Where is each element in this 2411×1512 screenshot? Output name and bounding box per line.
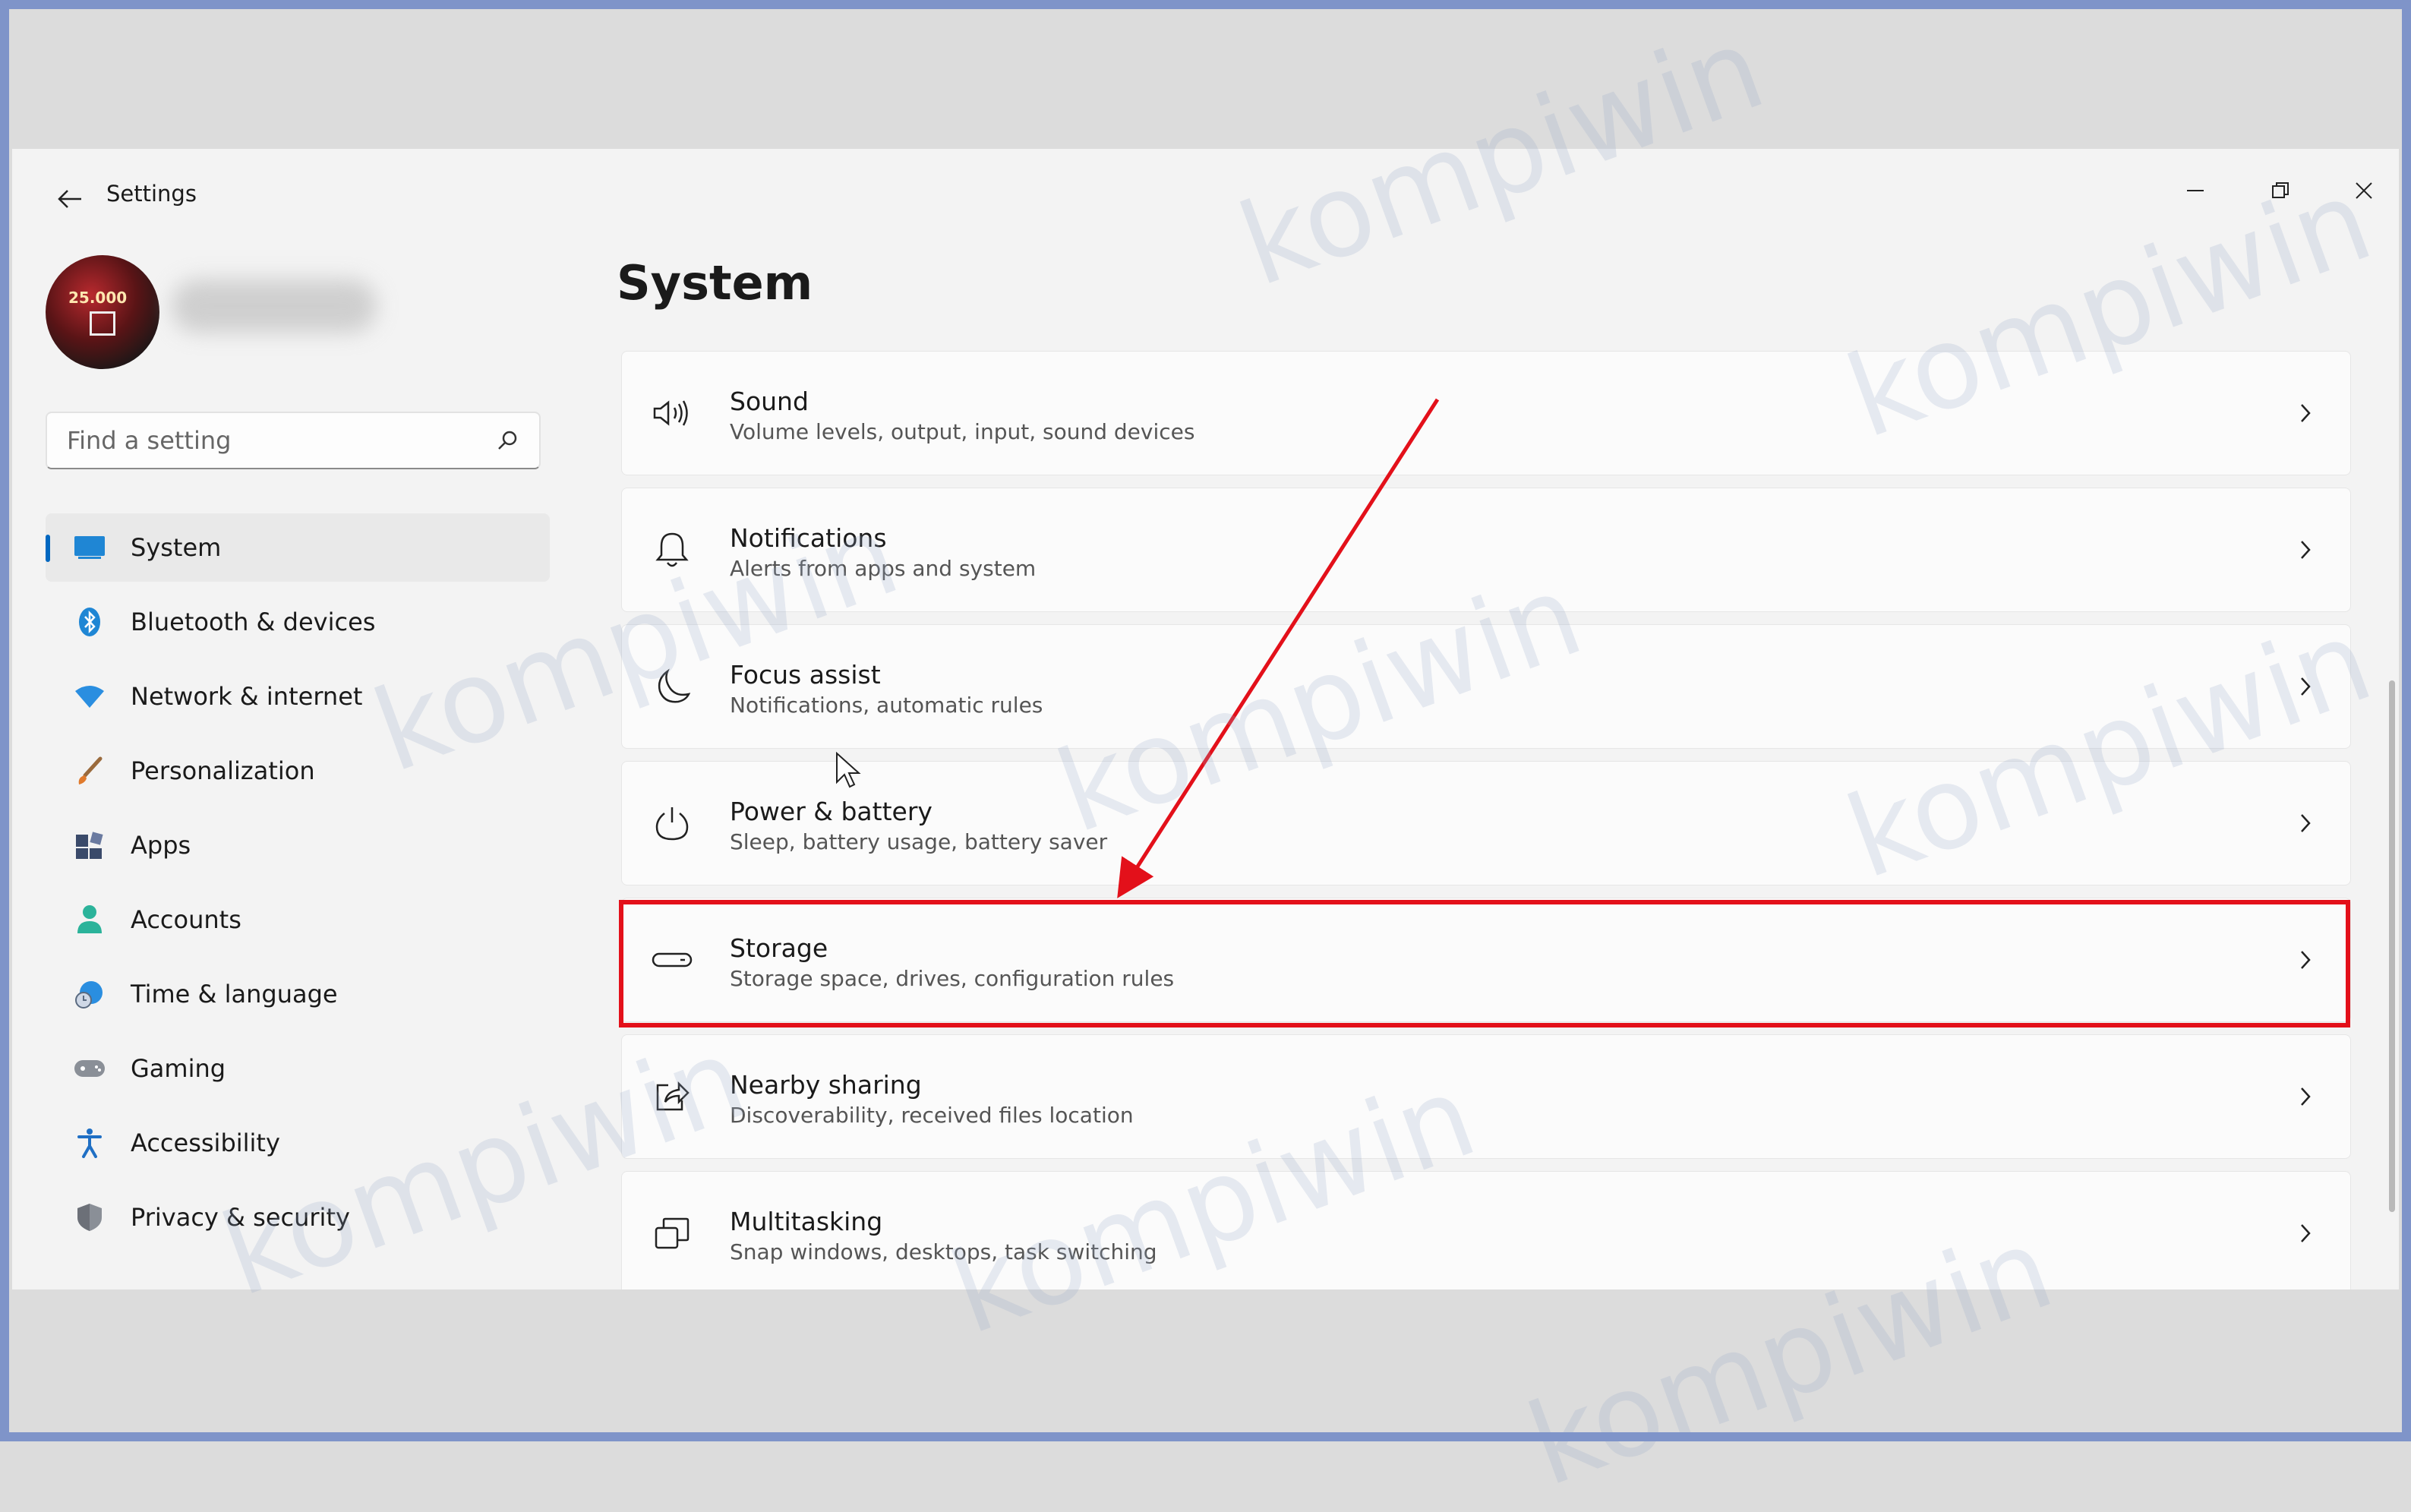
card-subtitle: Storage space, drives, configuration rul… — [730, 966, 1175, 991]
vertical-scrollbar[interactable] — [2389, 680, 2395, 1212]
chevron-right-icon — [2294, 949, 2317, 971]
person-icon — [73, 903, 106, 936]
sidebar-item-bluetooth[interactable]: Bluetooth & devices — [46, 588, 550, 656]
user-name-blurred — [172, 279, 377, 333]
sidebar-item-privacy-security[interactable]: Privacy & security — [46, 1183, 550, 1252]
close-button[interactable] — [2330, 164, 2398, 217]
search-box[interactable] — [46, 412, 541, 469]
avatar-badge-text: 25.000 — [68, 289, 128, 307]
setting-card-nearby-sharing[interactable]: Nearby sharing Discoverability, received… — [621, 1034, 2351, 1159]
sidebar-item-network[interactable]: Network & internet — [46, 662, 550, 731]
card-title: Multitasking — [730, 1207, 883, 1236]
minimize-icon — [2187, 190, 2204, 191]
chevron-right-icon — [2294, 1222, 2317, 1245]
page-title: System — [617, 255, 813, 311]
back-arrow-icon — [58, 190, 81, 208]
sidebar-item-label: Time & language — [131, 980, 338, 1009]
close-icon — [2356, 182, 2372, 199]
settings-list: Sound Volume levels, output, input, soun… — [621, 351, 2351, 1289]
sidebar-item-gaming[interactable]: Gaming — [46, 1034, 550, 1103]
avatar[interactable]: 25.000 — [46, 255, 159, 369]
windows-stack-icon — [649, 1211, 695, 1256]
chevron-right-icon — [2294, 1085, 2317, 1108]
bluetooth-icon — [73, 605, 106, 639]
chevron-right-icon — [2294, 675, 2317, 698]
sidebar-item-label: Personalization — [131, 756, 315, 785]
card-subtitle: Snap windows, desktops, task switching — [730, 1239, 1157, 1264]
sidebar-item-label: Apps — [131, 831, 191, 860]
shield-icon — [73, 1201, 106, 1234]
sidebar-item-apps[interactable]: Apps — [46, 811, 550, 879]
bottom-backdrop — [9, 1289, 2402, 1432]
power-icon — [649, 800, 695, 846]
globe-clock-icon — [73, 977, 106, 1011]
chevron-right-icon — [2294, 812, 2317, 835]
drive-icon — [649, 937, 695, 983]
sidebar-item-label: Gaming — [131, 1054, 226, 1083]
card-subtitle: Discoverability, received files location — [730, 1103, 1134, 1128]
sidebar-item-personalization[interactable]: Personalization — [46, 737, 550, 805]
card-title: Nearby sharing — [730, 1070, 922, 1100]
sidebar-item-label: Privacy & security — [131, 1203, 350, 1232]
card-title: Power & battery — [730, 797, 933, 826]
card-subtitle: Notifications, automatic rules — [730, 693, 1043, 718]
sidebar-item-label: Bluetooth & devices — [131, 608, 376, 636]
sidebar-item-time-language[interactable]: Time & language — [46, 960, 550, 1028]
card-title: Sound — [730, 387, 809, 416]
sidebar-item-label: Accessibility — [131, 1128, 280, 1157]
top-backdrop — [9, 9, 2402, 149]
mouse-cursor-icon — [836, 752, 861, 788]
avatar-logo — [90, 311, 115, 336]
search-input[interactable] — [65, 425, 494, 456]
gamepad-icon — [73, 1052, 106, 1085]
search-icon[interactable] — [494, 427, 521, 454]
setting-card-storage[interactable]: Storage Storage space, drives, configura… — [621, 898, 2351, 1022]
card-subtitle: Alerts from apps and system — [730, 556, 1037, 581]
card-subtitle: Sleep, battery usage, battery saver — [730, 829, 1108, 854]
share-icon — [649, 1074, 695, 1119]
card-title: Notifications — [730, 523, 887, 553]
sidebar-nav: System Bluetooth & devices Network & int… — [46, 513, 550, 1258]
card-title: Focus assist — [730, 660, 881, 690]
restore-icon — [2272, 182, 2289, 198]
sidebar-item-label: Network & internet — [131, 682, 363, 711]
apps-icon — [73, 829, 106, 862]
sidebar-item-label: Accounts — [131, 905, 241, 934]
bell-icon — [649, 527, 695, 573]
card-subtitle: Volume levels, output, input, sound devi… — [730, 419, 1195, 444]
card-title: Storage — [730, 933, 828, 963]
moon-icon — [649, 664, 695, 709]
chevron-right-icon — [2294, 402, 2317, 425]
setting-card-multitasking[interactable]: Multitasking Snap windows, desktops, tas… — [621, 1171, 2351, 1289]
sidebar-item-accounts[interactable]: Accounts — [46, 885, 550, 954]
brush-icon — [73, 754, 106, 788]
accessibility-icon — [73, 1126, 106, 1160]
title-bar: Settings — [12, 149, 2399, 240]
sidebar-item-label: System — [131, 533, 222, 562]
sidebar-item-accessibility[interactable]: Accessibility — [46, 1109, 550, 1177]
setting-card-notifications[interactable]: Notifications Alerts from apps and syste… — [621, 488, 2351, 612]
setting-card-power-battery[interactable]: Power & battery Sleep, battery usage, ba… — [621, 761, 2351, 885]
back-button[interactable] — [43, 176, 97, 222]
setting-card-focus-assist[interactable]: Focus assist Notifications, automatic ru… — [621, 624, 2351, 749]
speaker-icon — [649, 390, 695, 436]
settings-window: Settings 25.000 Find a setting System Bl… — [12, 149, 2399, 1289]
sidebar-item-system[interactable]: System — [46, 513, 550, 582]
minimize-button[interactable] — [2161, 164, 2230, 217]
app-title: Settings — [106, 181, 197, 207]
setting-card-sound[interactable]: Sound Volume levels, output, input, soun… — [621, 351, 2351, 475]
restore-button[interactable] — [2246, 164, 2315, 217]
wifi-icon — [73, 680, 106, 713]
chevron-right-icon — [2294, 538, 2317, 561]
monitor-icon — [73, 531, 106, 564]
